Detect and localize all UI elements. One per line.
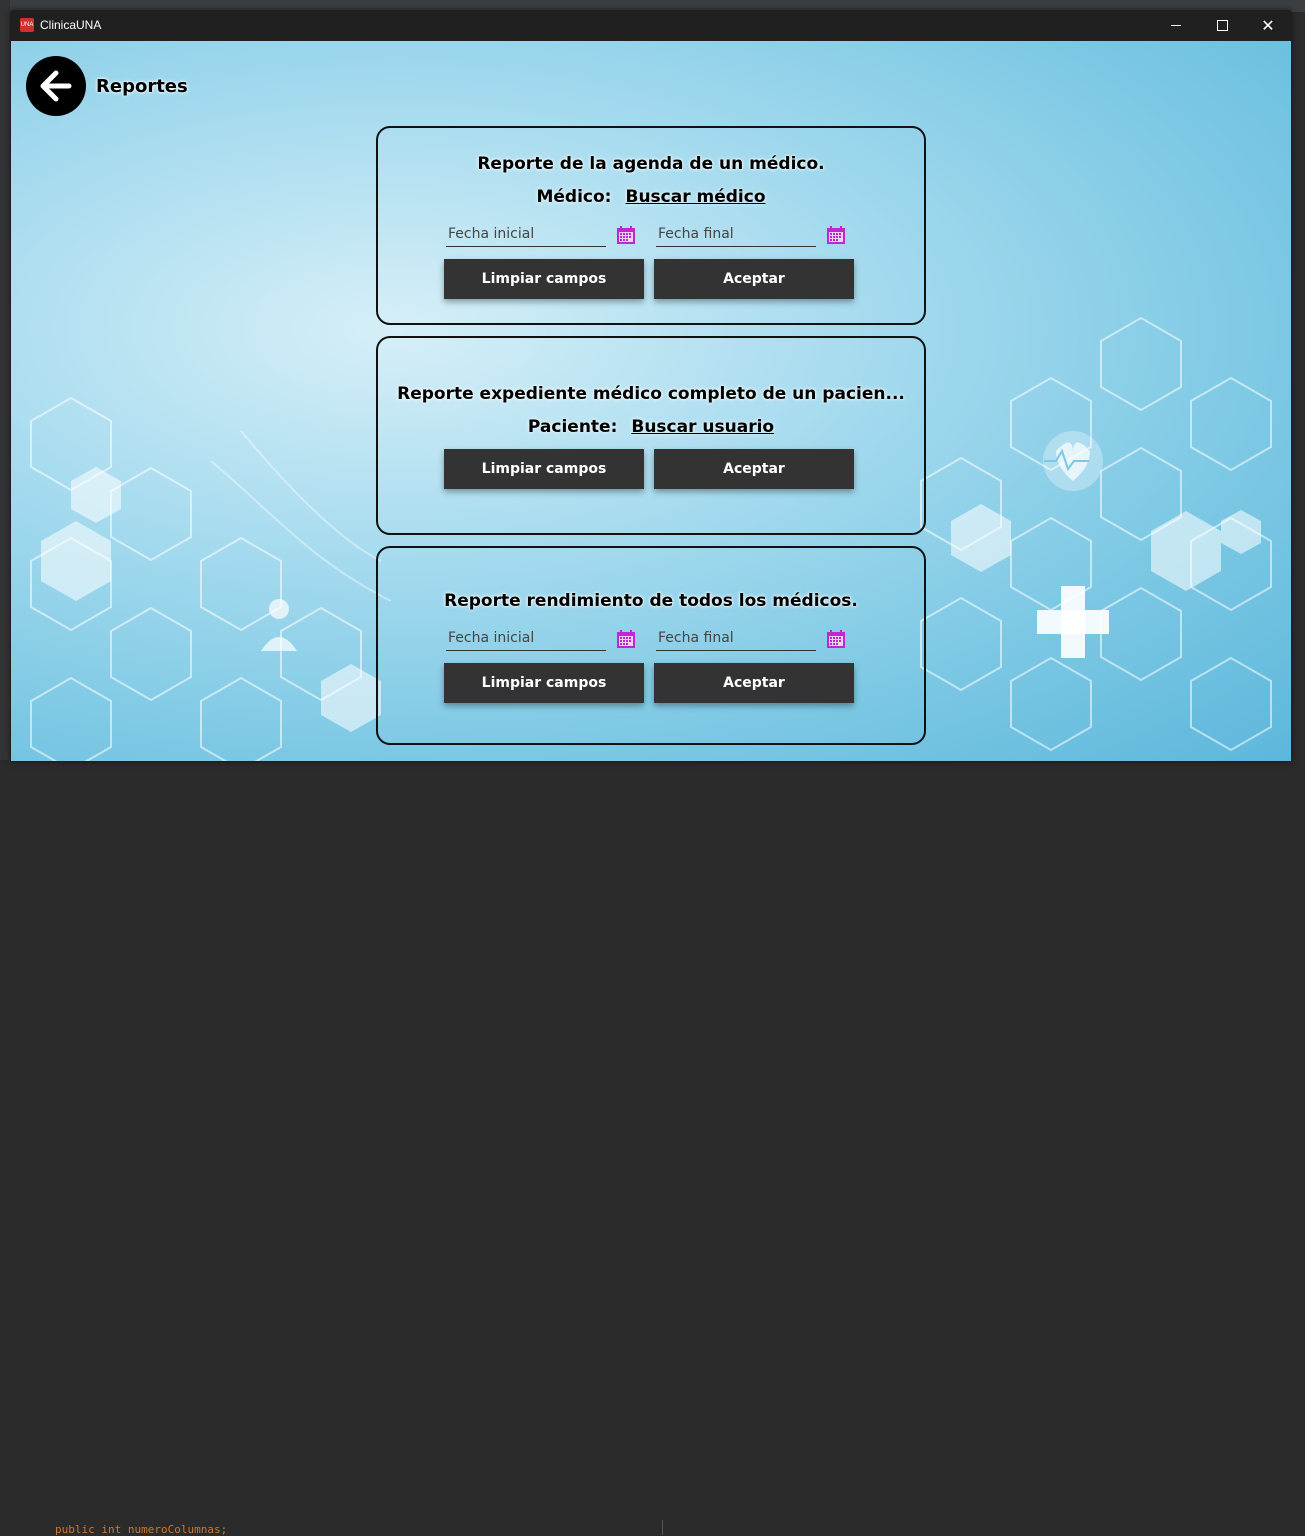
end-date-field	[656, 222, 846, 248]
start-date-field	[446, 222, 636, 248]
accept-button[interactable]: Aceptar	[654, 449, 854, 489]
report-card-doctors-performance: Reporte rendimiento de todos los médicos…	[376, 546, 926, 745]
back-button[interactable]	[26, 56, 86, 116]
clear-fields-button[interactable]: Limpiar campos	[444, 449, 644, 489]
start-date-input[interactable]	[446, 222, 606, 247]
patient-field-row: Paciente: Buscar usuario	[378, 417, 924, 437]
doctor-label: Médico:	[536, 187, 612, 207]
app-icon: UNA	[20, 18, 34, 32]
title-bar: UNA ClinicaUNA ✕	[11, 10, 1291, 41]
app-window: UNA ClinicaUNA ✕ Reportes Reporte de la …	[11, 10, 1291, 761]
ide-editor-area: public int numeroColumnas;	[0, 760, 1305, 1536]
arrow-left-icon	[40, 70, 72, 102]
report-card-patient-record: Reporte expediente médico completo de un…	[376, 336, 926, 535]
minimize-button[interactable]	[1153, 10, 1199, 41]
start-date-field	[446, 626, 636, 652]
accept-button[interactable]: Aceptar	[654, 663, 854, 703]
calendar-icon[interactable]	[826, 225, 846, 245]
end-date-field	[656, 626, 846, 652]
search-doctor-link[interactable]: Buscar médico	[625, 187, 765, 207]
close-icon: ✕	[1261, 15, 1275, 35]
ide-code-line: public int numeroColumnas;	[55, 1523, 228, 1536]
maximize-icon	[1216, 20, 1228, 31]
clear-fields-button[interactable]: Limpiar campos	[444, 663, 644, 703]
report-card-doctor-agenda: Reporte de la agenda de un médico. Médic…	[376, 126, 926, 325]
start-date-input[interactable]	[446, 626, 606, 651]
card-title: Reporte rendimiento de todos los médicos…	[444, 591, 858, 611]
window-title: ClinicaUNA	[40, 18, 102, 32]
ide-divider	[662, 1520, 663, 1535]
maximize-button[interactable]	[1199, 10, 1245, 41]
clear-fields-button[interactable]: Limpiar campos	[444, 259, 644, 299]
page-title: Reportes	[96, 76, 188, 97]
card-title: Reporte expediente médico completo de un…	[397, 384, 905, 404]
search-user-link[interactable]: Buscar usuario	[631, 417, 774, 437]
end-date-input[interactable]	[656, 626, 816, 651]
accept-button[interactable]: Aceptar	[654, 259, 854, 299]
calendar-icon[interactable]	[616, 629, 636, 649]
doctor-field-row: Médico: Buscar médico	[378, 187, 924, 207]
close-button[interactable]: ✕	[1245, 10, 1291, 41]
calendar-icon[interactable]	[616, 225, 636, 245]
card-title: Reporte de la agenda de un médico.	[477, 154, 825, 174]
calendar-icon[interactable]	[826, 629, 846, 649]
patient-label: Paciente:	[527, 417, 618, 437]
main-content: Reportes Reporte de la agenda de un médi…	[11, 41, 1291, 761]
ide-side-strip	[0, 0, 10, 775]
end-date-input[interactable]	[656, 222, 816, 247]
minimize-icon	[1171, 25, 1181, 26]
